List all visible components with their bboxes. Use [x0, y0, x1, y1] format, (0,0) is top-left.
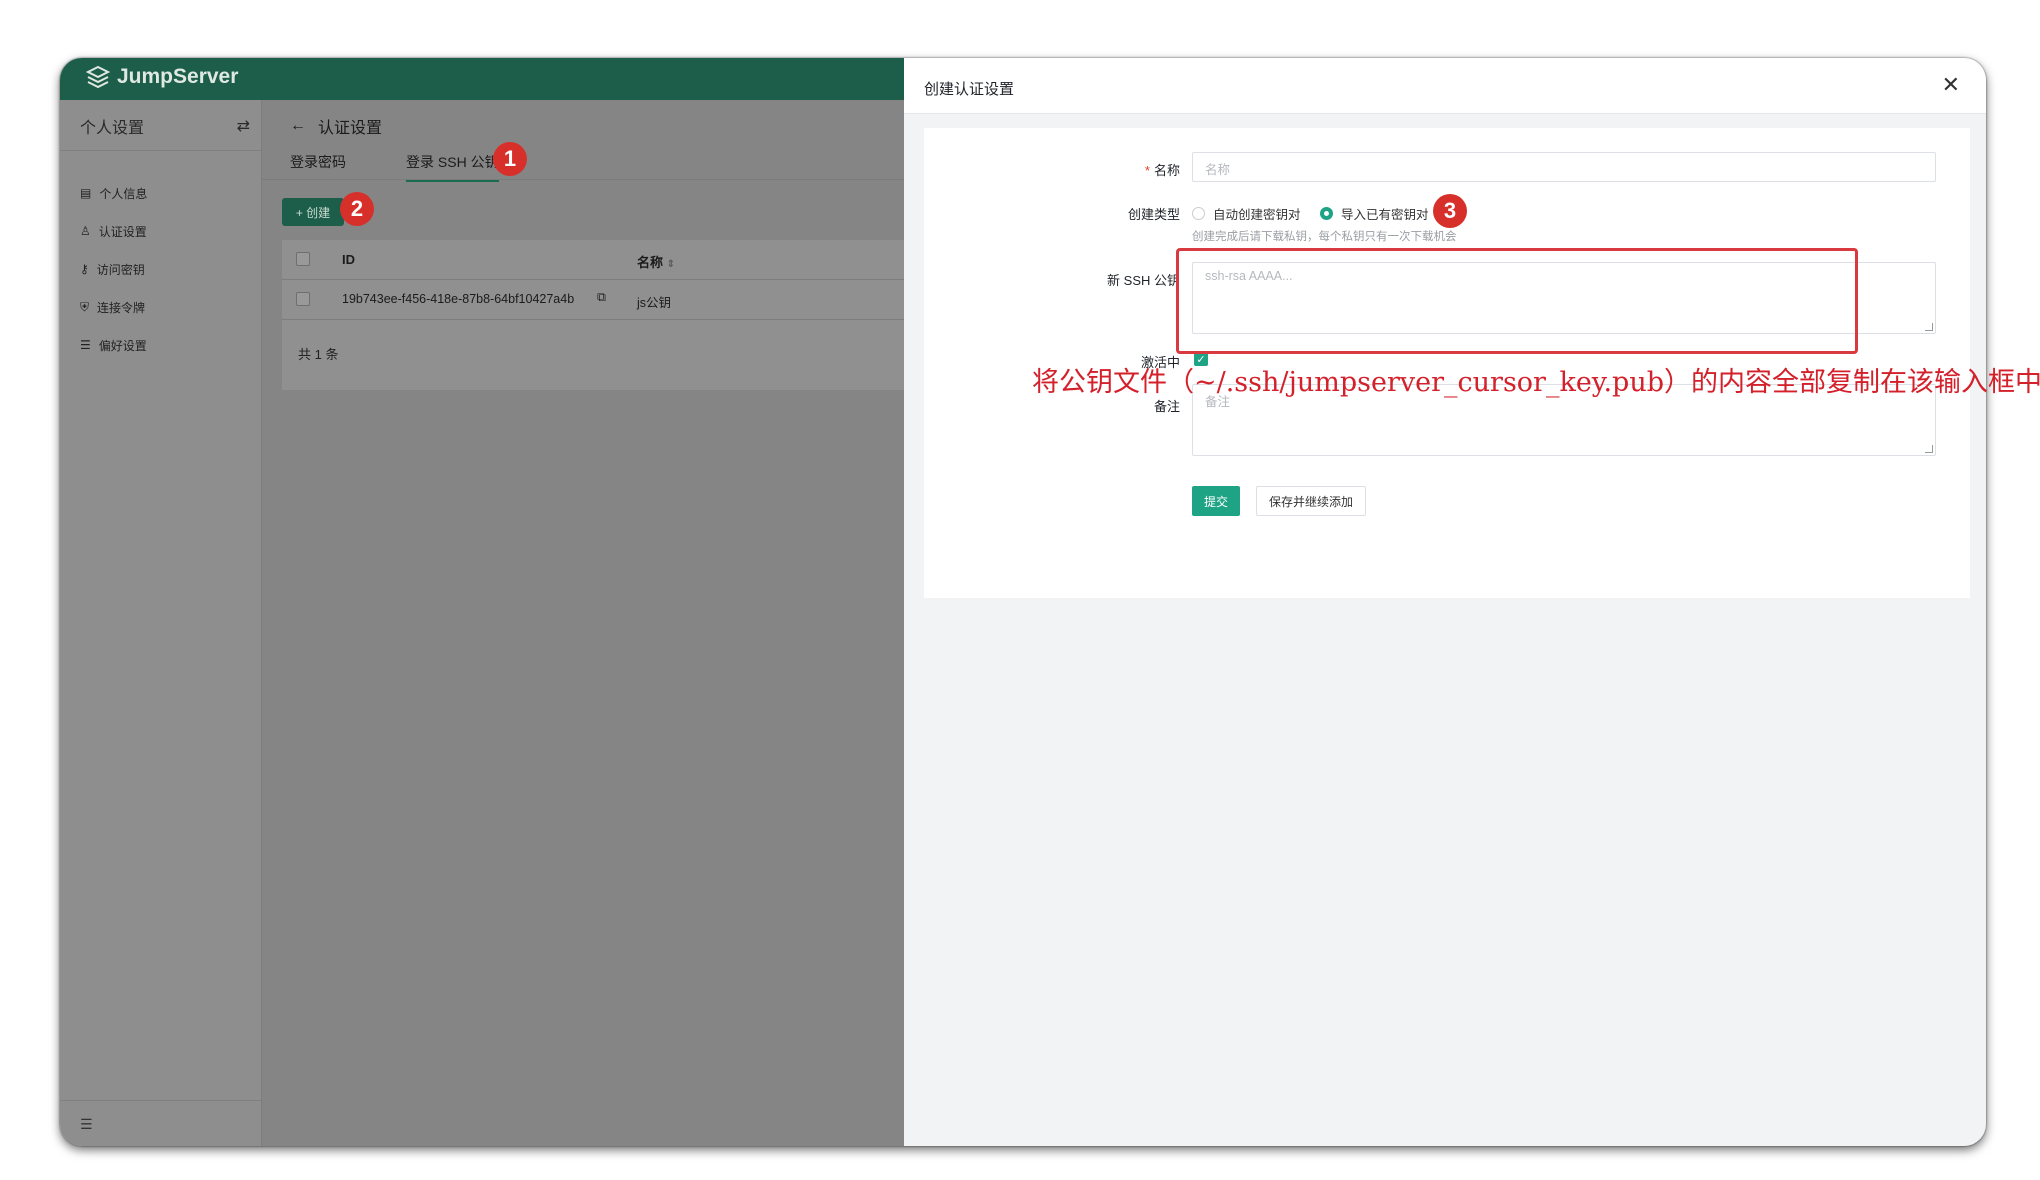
sidebar-item-label: 访问密钥 [96, 262, 145, 277]
annotation-highlight-box [1176, 248, 1858, 354]
breadcrumb: ← 认证设置 [290, 114, 382, 138]
sidebar-item-label: 连接令牌 [97, 300, 146, 315]
table-row[interactable]: 19b743ee-f456-418e-87b8-64bf10427a4b ⧉ j… [282, 280, 962, 320]
keys-table: ID 名称 ⇕ 19b743ee-f456-418e-87b8-64bf1042… [282, 240, 962, 390]
table-header: ID 名称 ⇕ [282, 240, 962, 280]
ssh-key-label: 新 SSH 公钥 [1107, 273, 1180, 288]
type-hint: 创建完成后请下载私钥，每个私钥只有一次下载机会 [1192, 231, 1457, 243]
sidebar-item-auth-settings[interactable]: ♙ 认证设置 [80, 220, 147, 242]
radio-label: 导入已有密钥对 [1341, 208, 1429, 222]
annotation-marker-3: 3 [1433, 194, 1467, 228]
sliders-icon: ☰ [80, 338, 91, 352]
brand-logo[interactable]: JumpServer [85, 64, 238, 90]
row-name[interactable]: js公钥 [637, 292, 671, 311]
sidebar-item-profile[interactable]: ▤ 个人信息 [80, 182, 147, 204]
brand-name: JumpServer [117, 65, 239, 88]
tab-login-password[interactable]: 登录密码 [290, 152, 346, 172]
resize-handle-icon[interactable] [1925, 445, 1933, 453]
annotation-instruction: 将公钥文件（~/.ssh/jumpserver_cursor_key.pub）的… [1032, 367, 2040, 398]
table-total: 共 1 条 [298, 347, 339, 362]
sidebar-item-preferences[interactable]: ☰ 偏好设置 [80, 334, 147, 356]
jumpserver-logo-icon [85, 65, 111, 89]
annotation-marker-1: 1 [493, 142, 527, 176]
drawer-title: 创建认证设置 [924, 81, 1015, 98]
collapse-menu-icon[interactable]: ☰ [80, 1116, 93, 1133]
select-all-checkbox[interactable] [296, 252, 310, 266]
sidebar-divider [60, 150, 262, 151]
sidebar-item-label: 个人信息 [99, 186, 148, 201]
column-name-label: 名称 [637, 255, 664, 270]
type-label: 创建类型 [1127, 207, 1180, 222]
column-name[interactable]: 名称 ⇕ [637, 252, 675, 271]
column-id: ID [342, 252, 355, 267]
submit-button[interactable]: 提交 [1192, 486, 1240, 516]
back-arrow-icon[interactable]: ← [290, 117, 306, 135]
radio-checked-icon [1320, 207, 1333, 220]
resize-handle-icon[interactable] [1925, 323, 1933, 331]
swap-icon[interactable]: ⇄ [237, 116, 250, 136]
page-title: 认证设置 [318, 120, 383, 137]
radio-auto-create[interactable]: 自动创建密钥对 [1192, 204, 1301, 223]
radio-import-existing[interactable]: 导入已有密钥对 [1320, 204, 1429, 223]
tab-bar: 登录密码 登录 SSH 公钥 [262, 142, 962, 182]
id-card-icon: ▤ [80, 186, 92, 200]
radio-unchecked-icon [1192, 207, 1205, 220]
shield-icon: ⛨ [80, 299, 90, 314]
user-icon: ♙ [80, 224, 91, 238]
sidebar: 个人设置 ⇄ ▤ 个人信息 ♙ 认证设置 ⚷ 访问密钥 ⛨ 连接令牌 ☰ 偏好设… [60, 100, 262, 1146]
sidebar-item-label: 偏好设置 [98, 338, 147, 353]
radio-label: 自动创建密钥对 [1213, 208, 1301, 222]
sidebar-item-label: 认证设置 [98, 224, 147, 239]
sidebar-header: 个人设置 ⇄ [80, 114, 250, 138]
name-label-text: 名称 [1153, 163, 1180, 178]
sidebar-item-access-keys[interactable]: ⚷ 访问密钥 [80, 258, 145, 280]
create-button[interactable]: + 创建 [282, 198, 344, 226]
name-input[interactable]: 名称 [1192, 152, 1936, 182]
save-continue-button[interactable]: 保存并继续添加 [1256, 486, 1366, 516]
annotation-marker-2: 2 [340, 192, 374, 226]
sort-icon[interactable]: ⇕ [667, 259, 675, 270]
sidebar-item-connection-token[interactable]: ⛨ 连接令牌 [80, 296, 145, 318]
drawer-header: 创建认证设置 ✕ [904, 58, 1986, 114]
name-label: * 名称 [1060, 160, 1180, 179]
row-id: 19b743ee-f456-418e-87b8-64bf10427a4b [342, 292, 575, 306]
copy-icon[interactable]: ⧉ [597, 290, 606, 305]
key-icon: ⚷ [80, 262, 89, 276]
sidebar-footer-divider [60, 1100, 262, 1101]
required-icon: * [1144, 163, 1150, 178]
row-checkbox[interactable] [296, 292, 310, 306]
tab-login-ssh-key[interactable]: 登录 SSH 公钥 [406, 152, 499, 182]
sidebar-title: 个人设置 [80, 120, 145, 137]
close-icon[interactable]: ✕ [1942, 72, 1960, 98]
